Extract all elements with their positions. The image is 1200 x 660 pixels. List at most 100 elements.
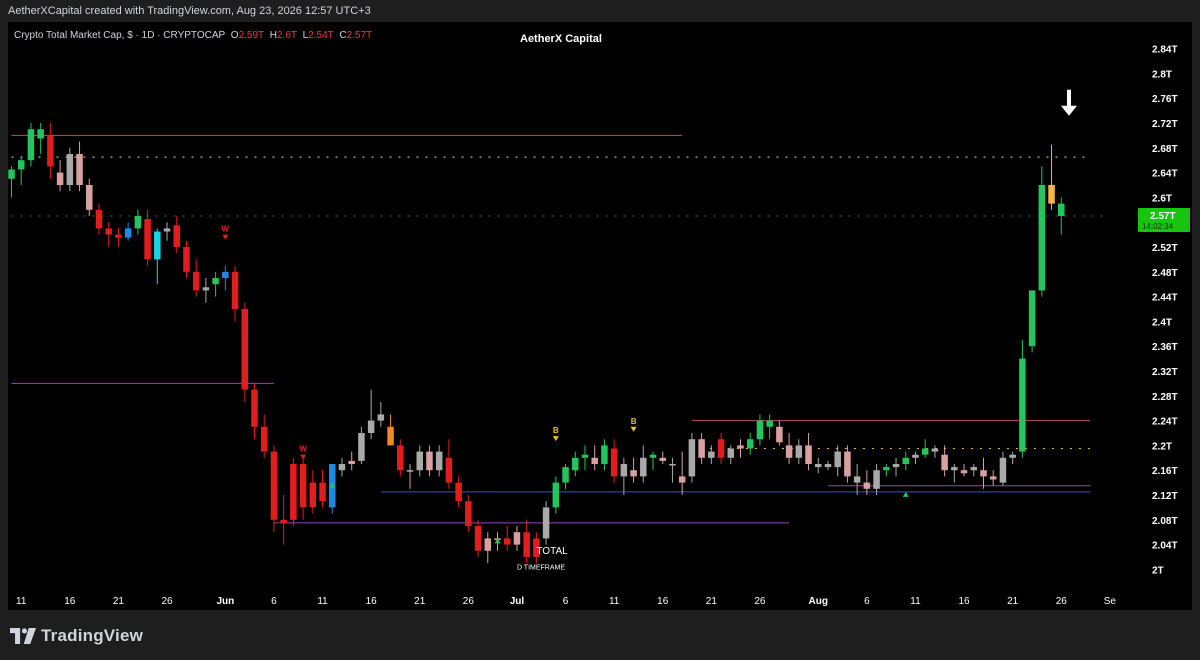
- y-tick-label: 2.64T: [1152, 169, 1178, 180]
- x-tick-label: 21: [706, 596, 718, 607]
- y-tick-label: 2.16T: [1152, 466, 1178, 477]
- x-tick-label: 6: [563, 596, 569, 607]
- candle-body: [163, 228, 171, 232]
- chart-panel[interactable]: W W B B TOTAL D TIMEFRAME 2.84T 2.8T 2.76T 2.72T 2…: [8, 22, 1192, 610]
- candle-body: [727, 448, 735, 458]
- candle-body: [610, 448, 618, 477]
- candle-body: [251, 389, 258, 427]
- candle-body: [766, 420, 773, 427]
- x-tick-label: 16: [958, 596, 970, 607]
- candle-body: [581, 454, 589, 458]
- candle-body: [56, 172, 64, 185]
- author-title: AetherX Capital: [520, 33, 602, 45]
- candle-body: [387, 426, 394, 446]
- signal-arrow-down-icon: [552, 436, 559, 442]
- candle-body: [572, 457, 579, 471]
- tradingview-logo-icon: [10, 628, 36, 644]
- signal-label: B: [631, 417, 637, 426]
- open-value: 2.59T: [238, 30, 264, 41]
- candle-body: [941, 454, 948, 471]
- y-tick-label: 2T: [1152, 565, 1164, 576]
- candle-body: [95, 209, 103, 229]
- x-tick-label: 11: [16, 596, 27, 607]
- y-tick-label: 2.2T: [1152, 441, 1172, 452]
- candle-body: [601, 445, 608, 464]
- candle-body: [795, 445, 803, 458]
- x-tick-label: 6: [271, 596, 277, 607]
- signal-label: W: [299, 445, 307, 454]
- candle-body: [367, 420, 375, 433]
- candle-body: [883, 467, 890, 471]
- high-value: 2.6T: [276, 30, 297, 41]
- snapshot-attribution: AetherXCapital created with TradingView.…: [8, 5, 371, 17]
- x-tick-label: 11: [910, 596, 921, 607]
- candle-body: [649, 454, 657, 458]
- signal-arrow-down-icon: [222, 234, 229, 240]
- symbol-legend[interactable]: Crypto Total Market Cap, $ · 1D · CRYPTO…: [14, 30, 372, 41]
- x-tick-label: 21: [113, 596, 125, 607]
- candle-body: [231, 271, 239, 309]
- candle-body: [86, 185, 93, 210]
- high-label: H: [269, 30, 277, 41]
- signal-arrow-up-icon: [902, 491, 909, 497]
- candle-body: [708, 451, 715, 458]
- candle-body: [756, 420, 764, 440]
- candle-body: [8, 169, 15, 179]
- candle-body: [484, 538, 492, 551]
- candle-body: [474, 526, 482, 551]
- y-tick-label: 2.6T: [1152, 193, 1172, 204]
- candle-body: [290, 464, 297, 520]
- candle-body: [202, 287, 210, 291]
- candle-body: [824, 464, 832, 468]
- candle-body: [435, 451, 443, 471]
- candle-body: [260, 426, 268, 452]
- candle-body: [27, 129, 35, 161]
- candle-body: [853, 476, 861, 483]
- candle-body: [513, 532, 521, 545]
- candle-body: [912, 454, 919, 458]
- candle-body: [1048, 185, 1055, 204]
- candle-body: [1028, 290, 1036, 347]
- candle-body: [844, 451, 851, 477]
- y-tick-label: 2.68T: [1152, 144, 1178, 155]
- y-tick-label: 2.52T: [1152, 243, 1178, 254]
- candle-body: [309, 482, 317, 508]
- y-tick-label: 2.8T: [1152, 69, 1172, 80]
- candle-body: [47, 135, 54, 167]
- timeframe-label: D TIMEFRAME: [517, 564, 565, 571]
- candle-body: [338, 464, 346, 471]
- close-label: C: [339, 30, 347, 41]
- candle-body: [931, 448, 939, 452]
- candle-body: [319, 482, 326, 502]
- candle-body: [659, 457, 666, 461]
- candle-body: [630, 470, 637, 477]
- candle-body: [183, 247, 190, 272]
- x-tick-label: 16: [366, 596, 378, 607]
- y-tick-label: 2.04T: [1152, 541, 1178, 552]
- candle-body: [76, 154, 83, 185]
- x-tick-label: 11: [317, 596, 328, 607]
- candle-body: [406, 470, 414, 472]
- x-tick-label: Jul: [510, 596, 525, 607]
- tradingview-logo[interactable]: TradingView: [10, 626, 143, 646]
- candle-body: [688, 439, 696, 477]
- candle-body: [241, 309, 249, 390]
- candle-body: [222, 271, 229, 278]
- y-tick-label: 2.12T: [1152, 491, 1178, 502]
- candle-body: [669, 464, 676, 466]
- open-label: O: [230, 30, 239, 41]
- candle-body: [503, 538, 511, 545]
- y-tick-label: 2.44T: [1152, 293, 1178, 304]
- candle-body: [591, 457, 598, 464]
- candle-body: [426, 451, 433, 471]
- x-tick-label: 26: [1056, 596, 1068, 607]
- y-tick-label: 2.48T: [1152, 268, 1178, 279]
- y-tick-label: 2.24T: [1152, 417, 1178, 428]
- down-arrow-icon: [1060, 105, 1077, 116]
- candle-body: [299, 464, 307, 508]
- candle-body: [921, 448, 929, 455]
- y-tick-label: 2.72T: [1152, 119, 1178, 130]
- price-tag-countdown: 14:02:34: [1142, 222, 1174, 231]
- candlestick-chart[interactable]: W W B B TOTAL D TIMEFRAME 2.84T 2.8T 2.76T 2.72T 2…: [8, 22, 1192, 610]
- price-tag-value: 2.57T: [1150, 211, 1176, 222]
